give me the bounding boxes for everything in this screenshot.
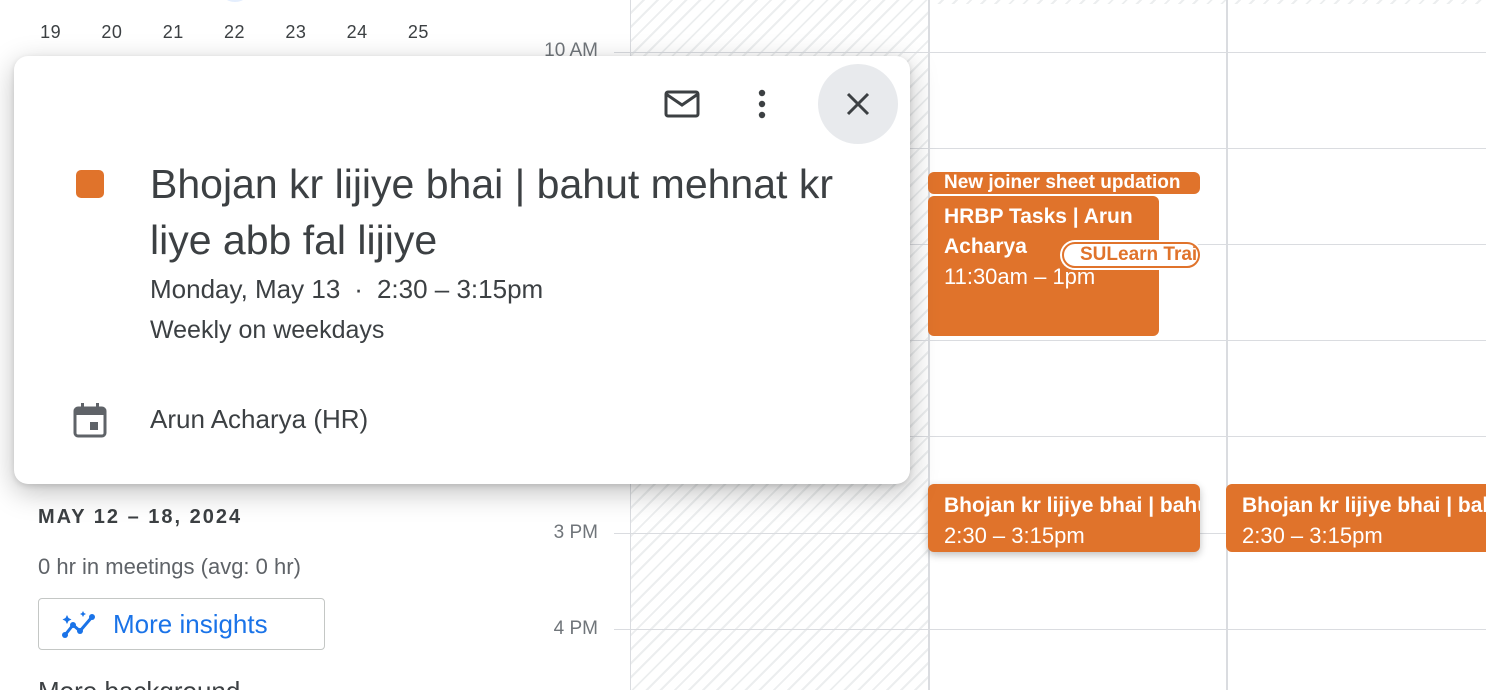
sidebar-cut-heading: More background [38,676,240,690]
mail-icon [664,90,700,118]
separator-dot: · [354,274,363,304]
event-title: Bhojan kr lijiye bhai | bahut mehnat kr … [944,494,1200,517]
hour-tick [614,52,630,53]
event-time: 2:30 – 3:15pm [1242,523,1383,548]
time-label-4pm: 4 PM [553,618,598,639]
mini-day-21[interactable]: 21 [143,22,204,43]
mini-day-19[interactable]: 19 [20,22,81,43]
event-recurrence: Weekly on weekdays [150,316,385,344]
more-insights-button[interactable]: More insights [38,598,325,650]
mini-day-24[interactable]: 24 [326,22,387,43]
close-button[interactable] [818,64,898,144]
hour-tick [614,533,630,534]
meetings-summary: 0 hr in meetings (avg: 0 hr) [38,554,301,579]
more-vert-icon [758,89,766,119]
hour-tick [614,629,630,630]
event-title: Bhojan kr lijiye bhai | bahut mehnat kr … [1242,494,1486,517]
more-insights-label: More insights [113,608,268,639]
close-icon [846,92,870,116]
email-guests-button[interactable] [662,84,702,124]
mini-day-23[interactable]: 23 [265,22,326,43]
event-new-joiner-sheet[interactable]: New joiner sheet updation [928,172,1200,194]
time-label-3pm: 3 PM [553,522,598,543]
week-range-heading: MAY 12 – 18, 2024 [38,506,243,528]
event-title: SULearn Training [1080,244,1198,265]
event-bhojan-monday[interactable]: Bhojan kr lijiye bhai | bahut mehnat kr … [928,484,1200,552]
mini-day-25[interactable]: 25 [388,22,449,43]
event-sulearn-training[interactable]: SULearn Training [1062,242,1200,268]
event-bhojan-tuesday[interactable]: Bhojan kr lijiye bhai | bahut mehnat kr … [1226,484,1486,552]
more-options-button[interactable] [742,84,782,124]
event-time-range: 2:30 – 3:15pm [376,274,544,304]
event-title: New joiner sheet updation [944,172,1181,193]
top-hatch-strip [930,0,1486,4]
mini-day-20[interactable]: 20 [81,22,142,43]
sparkle-chart-icon [62,611,95,638]
column-divider [928,0,930,690]
column-divider [1226,0,1228,690]
calendar-app: 19 20 21 22 23 24 25 MAY 12 – 18, 2024 0… [0,0,1486,690]
event-calendar-name: Arun Acharya (HR) [150,404,369,434]
event-date: Monday, May 13 [150,274,341,304]
mini-calendar-week: 19 20 21 22 23 24 25 [20,22,449,43]
hour-line [630,52,1486,53]
hour-line [630,629,1486,630]
mini-day-22[interactable]: 22 [204,22,265,43]
event-color-swatch [76,170,104,198]
calendar-icon [73,403,107,438]
event-title: Bhojan kr lijiye bhai | bahut mehnat kr … [150,161,833,263]
event-datetime: Monday, May 13 · 2:30 – 3:15pm [150,274,543,305]
event-details-popup: Bhojan kr lijiye bhai | bahut mehnat kr … [14,56,910,484]
mini-today-highlight [218,0,252,2]
event-time: 2:30 – 3:15pm [944,523,1085,548]
